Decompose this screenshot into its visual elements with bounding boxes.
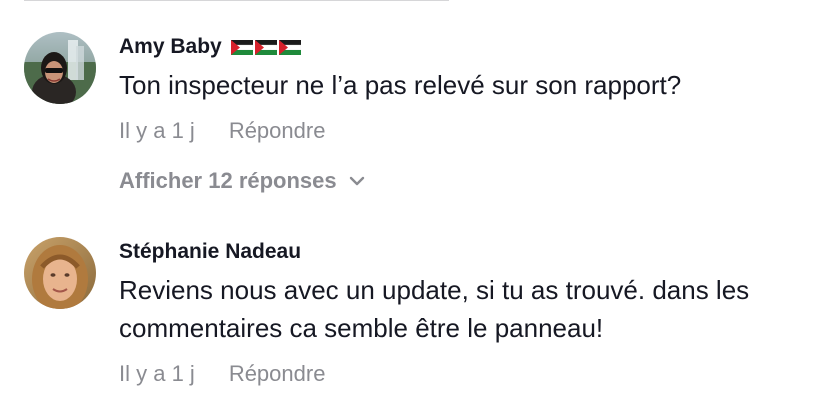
palestine-flag-icon <box>230 39 253 55</box>
comment-body: Amy Baby Ton inspecteur ne l’a pas relev… <box>119 32 799 196</box>
palestine-flag-icon <box>278 39 301 55</box>
comment-text: Reviens nous avec un update, si tu as tr… <box>119 275 750 343</box>
avatar[interactable] <box>24 32 96 104</box>
avatar[interactable] <box>24 237 96 309</box>
author-name[interactable]: Amy Baby <box>119 32 222 62</box>
author-name[interactable]: Stéphanie Nadeau <box>119 237 301 267</box>
top-divider <box>24 0 449 1</box>
comment-timestamp: Il y a 1 j <box>119 361 195 386</box>
comment-meta: Il y a 1 j Répondre <box>119 116 799 146</box>
comment-author[interactable]: Stéphanie Nadeau <box>119 237 799 267</box>
comment-body: Stéphanie Nadeau Reviens nous avec un up… <box>119 237 799 389</box>
comment-meta: Il y a 1 j Répondre <box>119 359 799 389</box>
comment-author[interactable]: Amy Baby <box>119 32 799 62</box>
palestine-flag-icon <box>254 39 277 55</box>
view-replies-button[interactable]: Afficher 12 réponses <box>119 166 799 196</box>
reply-button[interactable]: Répondre <box>229 116 326 146</box>
view-replies-label: Afficher 12 réponses <box>119 168 337 193</box>
chevron-down-icon <box>349 176 364 186</box>
flag-emojis <box>230 39 301 55</box>
comment-timestamp: Il y a 1 j <box>119 118 195 143</box>
reply-button[interactable]: Répondre <box>229 359 326 389</box>
comment-text: Ton inspecteur ne l’a pas relevé sur son… <box>119 70 682 100</box>
